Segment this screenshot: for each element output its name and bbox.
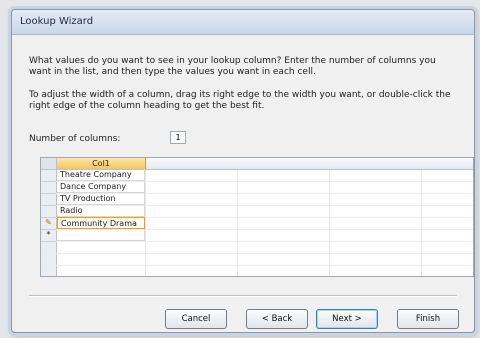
finish-button[interactable]: Finish: [397, 309, 459, 329]
dialog-title: Lookup Wizard: [12, 10, 474, 35]
asterisk-icon: *: [46, 230, 51, 239]
values-grid[interactable]: Col1 Theatre Company Dance Company TV Pr…: [40, 157, 474, 277]
instruction-text-2: To adjust the width of a column, drag it…: [29, 90, 451, 111]
grid-line: [41, 253, 473, 254]
select-all-corner[interactable]: [41, 158, 57, 169]
number-of-columns-input[interactable]: [170, 131, 186, 144]
grid-cell-active[interactable]: Community Drama: [57, 217, 145, 229]
grid-cell[interactable]: Radio: [57, 205, 145, 217]
grid-line: [41, 241, 473, 242]
grid-line: [41, 265, 473, 266]
grid-cell[interactable]: Theatre Company: [57, 169, 145, 181]
back-button[interactable]: < Back: [246, 309, 308, 329]
instruction-text-1: What values do you want to see in your l…: [29, 56, 436, 77]
grid-cell[interactable]: Dance Company: [57, 181, 145, 193]
cancel-button[interactable]: Cancel: [165, 309, 227, 329]
column-header-col1[interactable]: Col1: [57, 158, 146, 169]
number-of-columns-label: Number of columns:: [29, 134, 121, 144]
grid-cell[interactable]: TV Production: [57, 193, 145, 205]
grid-cell-new[interactable]: [57, 229, 145, 241]
pencil-icon: ✎: [45, 218, 52, 227]
lookup-wizard-dialog: Lookup Wizard What values do you want to…: [11, 9, 475, 333]
row-selector[interactable]: *: [41, 229, 56, 242]
divider: [29, 295, 457, 297]
next-button[interactable]: Next >: [316, 309, 378, 329]
